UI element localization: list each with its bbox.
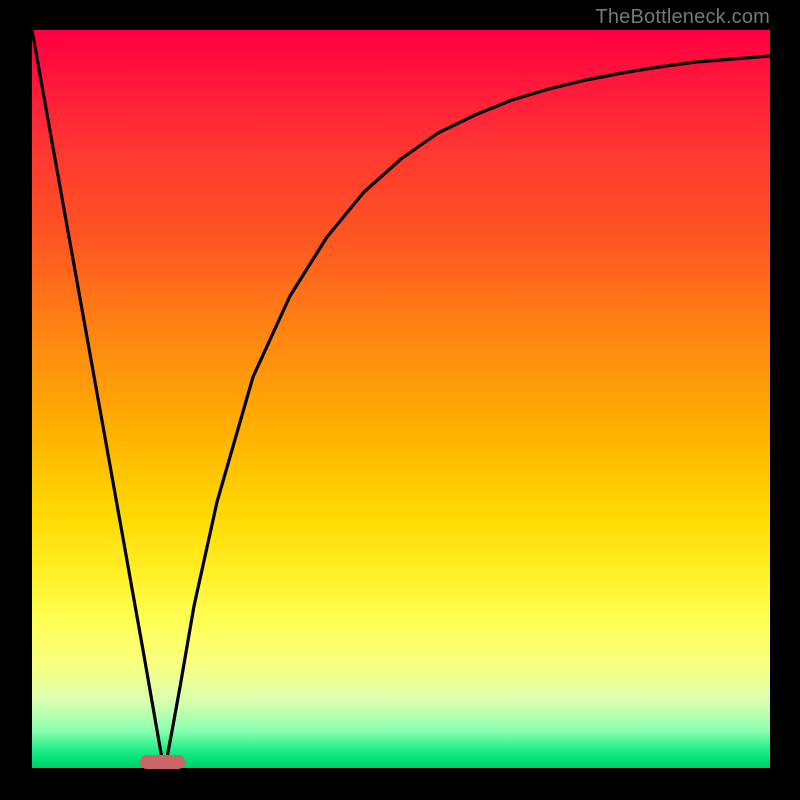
- chart-frame: TheBottleneck.com: [0, 0, 800, 800]
- curve-svg: [32, 30, 770, 768]
- bottleneck-curve: [32, 30, 770, 768]
- plot-area: [32, 30, 770, 768]
- watermark-text: TheBottleneck.com: [595, 6, 770, 29]
- minimum-marker: [140, 755, 185, 769]
